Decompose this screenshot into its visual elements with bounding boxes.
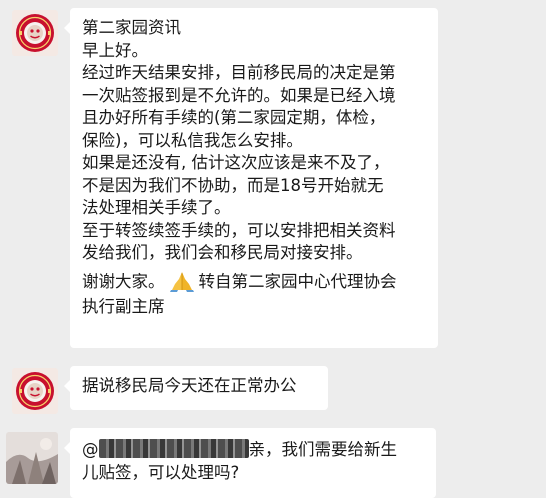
redacted-username bbox=[98, 439, 249, 458]
message-line: 据说移民局今天还在正常办公 bbox=[82, 376, 297, 395]
message-line: 如果是还没有, 估计这次应该是来不及了， bbox=[82, 153, 390, 172]
chat-history: 第二家园资讯 早上好。 经过昨天结果安排，目前移民局的决定是第 一次贴签报到是不… bbox=[0, 0, 546, 498]
message-line: 早上好。 bbox=[82, 40, 148, 60]
message-line: @ 亲，我们需要给新生 bbox=[82, 439, 424, 462]
red-seal-avatar[interactable] bbox=[12, 10, 58, 56]
message-line: 执行副主席 bbox=[82, 297, 165, 316]
message-bubble[interactable]: 第二家园资讯 早上好。 经过昨天结果安排，目前移民局的决定是第 一次贴签报到是不… bbox=[64, 8, 438, 348]
thanks-text: 谢谢大家。 bbox=[82, 271, 165, 291]
message-line: 儿贴签，可以处理吗? bbox=[82, 462, 240, 482]
forward-source-text: 转自第二家园中心代理协会 bbox=[198, 271, 397, 291]
message-bubble[interactable]: 据说移民局今天还在正常办公 bbox=[64, 366, 328, 410]
message-bubble[interactable]: @ 亲，我们需要给新生 儿贴签，可以处理吗? bbox=[64, 428, 436, 498]
message-line: 至于转签续签手续的，可以安排把相关资料 bbox=[82, 220, 396, 240]
message-line: 法处理相关手续了。 bbox=[82, 198, 231, 217]
message-line: 保险)，可以私信我怎么安排。 bbox=[82, 130, 303, 150]
red-seal-avatar[interactable] bbox=[12, 368, 58, 414]
message-line: 经过昨天结果安排，目前移民局的决定是第 bbox=[82, 63, 396, 82]
message-line: 谢谢大家。 转自第二家园中心代理协会 bbox=[82, 270, 426, 294]
message-line: 发给我们，我们会和移民局对接安排。 bbox=[82, 243, 363, 262]
message-line: 一次贴签报到是不允许的。如果是已经入境 bbox=[82, 85, 396, 105]
blurred-photo-avatar[interactable] bbox=[6, 432, 58, 484]
message-text: 亲，我们需要给新生 bbox=[248, 440, 398, 459]
message-line: 且办好所有手续的(第二家园定期，体检， bbox=[82, 108, 386, 127]
message-line: 第二家园资讯 bbox=[82, 18, 181, 37]
mention-at-sign: @ bbox=[82, 440, 99, 459]
folded-hands-emoji bbox=[169, 270, 195, 292]
message-line: 不是因为我们不协助，而是18号开始就无 bbox=[82, 175, 384, 195]
